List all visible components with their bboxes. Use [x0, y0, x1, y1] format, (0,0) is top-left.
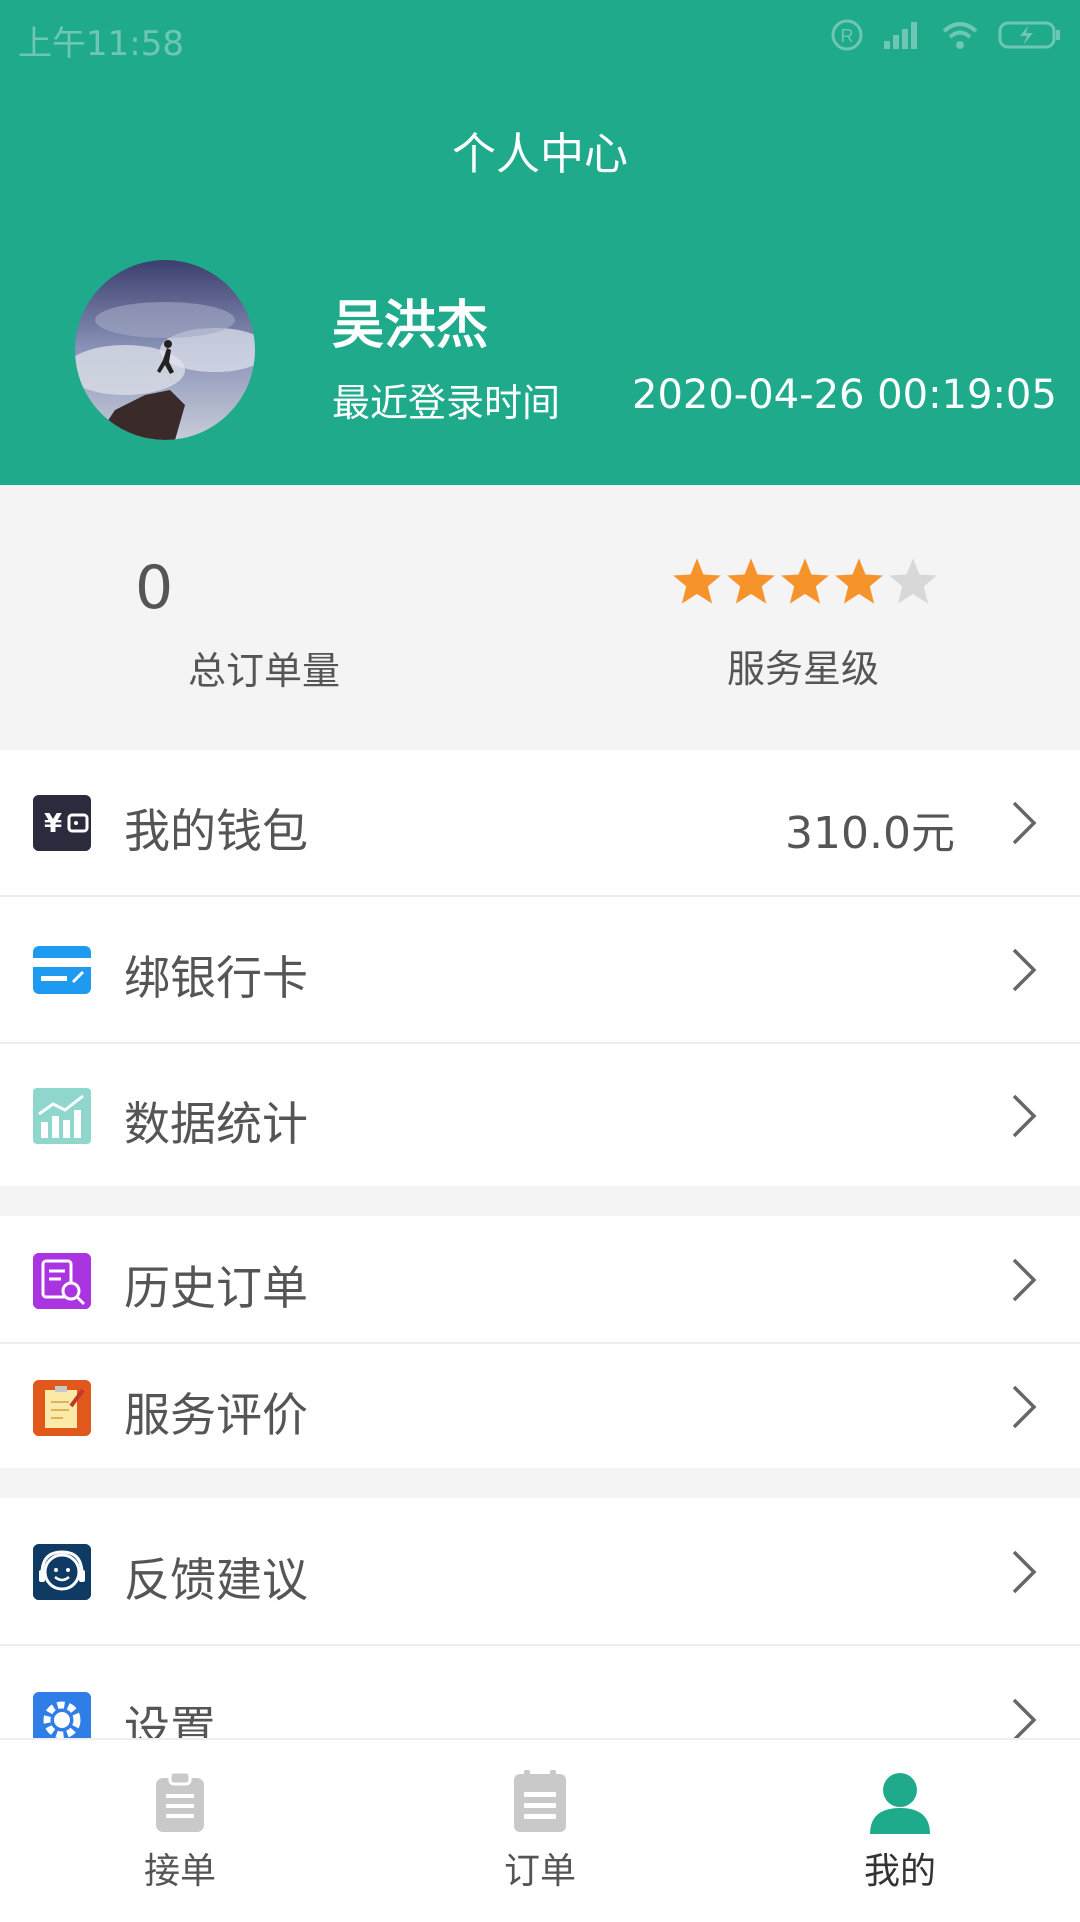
- wifi-icon: [942, 22, 978, 49]
- svg-text:R: R: [841, 26, 854, 46]
- star-filled-icon: [727, 558, 775, 604]
- menu-item-wallet[interactable]: ¥ 我的钱包 310.0元: [0, 750, 1080, 895]
- menu-item-settings[interactable]: 设置: [0, 1646, 1080, 1738]
- total-orders-label: 总订单量: [188, 649, 341, 693]
- service-rating-stars: [670, 555, 940, 609]
- registered-icon: R: [831, 19, 863, 51]
- nav-tab-mine[interactable]: 我的: [720, 1740, 1080, 1922]
- star-filled-icon: [835, 558, 883, 604]
- settings-icon: [33, 1692, 91, 1738]
- person-icon: [870, 1773, 930, 1834]
- chevron-right-icon: [1012, 948, 1037, 992]
- nav-tab-orders[interactable]: 订单: [360, 1740, 720, 1922]
- section-gap: [0, 1186, 1080, 1216]
- svg-text:¥: ¥: [44, 809, 62, 839]
- star-empty-icon: [889, 558, 937, 604]
- menu-item-history-orders[interactable]: 历史订单: [0, 1216, 1080, 1342]
- chevron-right-icon: [1012, 1385, 1037, 1429]
- menu-label-wallet: 我的钱包: [124, 804, 308, 858]
- status-time: 上午11:58: [18, 24, 184, 64]
- service-rating-label: 服务星级: [727, 647, 880, 691]
- menu-label-history-orders: 历史订单: [124, 1261, 308, 1315]
- signal-icon: [884, 22, 917, 49]
- menu-label-statistics: 数据统计: [124, 1097, 308, 1151]
- feedback-icon: [33, 1544, 91, 1600]
- star-filled-icon: [673, 558, 721, 604]
- menu-item-service-review[interactable]: 服务评价: [0, 1344, 1080, 1468]
- clipboard-icon: [156, 1770, 204, 1832]
- chevron-right-icon: [1012, 1698, 1037, 1738]
- menu-item-feedback[interactable]: 反馈建议: [0, 1498, 1080, 1644]
- user-name: 吴洪杰: [332, 296, 489, 356]
- status-bar: 上午11:58 R: [0, 0, 1080, 80]
- nav-label: 我的: [863, 1851, 936, 1892]
- stats-panel: 0 总订单量 服务星级: [0, 485, 1080, 750]
- nav-tab-accept-orders[interactable]: 接单: [0, 1740, 360, 1922]
- menu-label-bank-card: 绑银行卡: [124, 951, 308, 1005]
- nav-label: 接单: [143, 1851, 216, 1892]
- menu-label-settings: 设置: [124, 1701, 216, 1738]
- review-icon: [33, 1380, 91, 1436]
- wallet-balance: 310.0元: [785, 808, 955, 859]
- avatar[interactable]: [75, 260, 255, 440]
- history-order-icon: [33, 1253, 91, 1309]
- bank-card-icon: [33, 942, 91, 998]
- chevron-right-icon: [1012, 801, 1037, 845]
- menu-label-service-review: 服务评价: [124, 1388, 308, 1442]
- chevron-right-icon: [1012, 1258, 1037, 1302]
- avatar-image: [75, 260, 255, 440]
- bottom-navigation: 接单 订单 我的: [0, 1738, 1080, 1920]
- profile-header: 上午11:58 R 个人中心 吴洪杰 最近登录时间 2020-04-26 00:…: [0, 0, 1080, 485]
- status-icons: R: [830, 18, 1062, 52]
- menu-item-statistics[interactable]: 数据统计: [0, 1044, 1080, 1186]
- wallet-icon: ¥: [33, 795, 91, 851]
- chart-icon: [33, 1088, 91, 1144]
- chevron-right-icon: [1012, 1550, 1037, 1594]
- menu-item-bank-card[interactable]: 绑银行卡: [0, 897, 1080, 1042]
- last-login-time: 2020-04-26 00:19:05: [632, 372, 1057, 418]
- battery-icon: [998, 21, 1060, 49]
- page-title: 个人中心: [452, 129, 628, 180]
- total-orders-value: 0: [135, 553, 174, 623]
- list-icon: [514, 1770, 566, 1832]
- chevron-right-icon: [1012, 1094, 1037, 1138]
- star-filled-icon: [781, 558, 829, 604]
- nav-label: 订单: [503, 1851, 576, 1892]
- menu-label-feedback: 反馈建议: [124, 1553, 308, 1607]
- last-login-label: 最近登录时间: [332, 381, 561, 425]
- section-gap: [0, 1468, 1080, 1498]
